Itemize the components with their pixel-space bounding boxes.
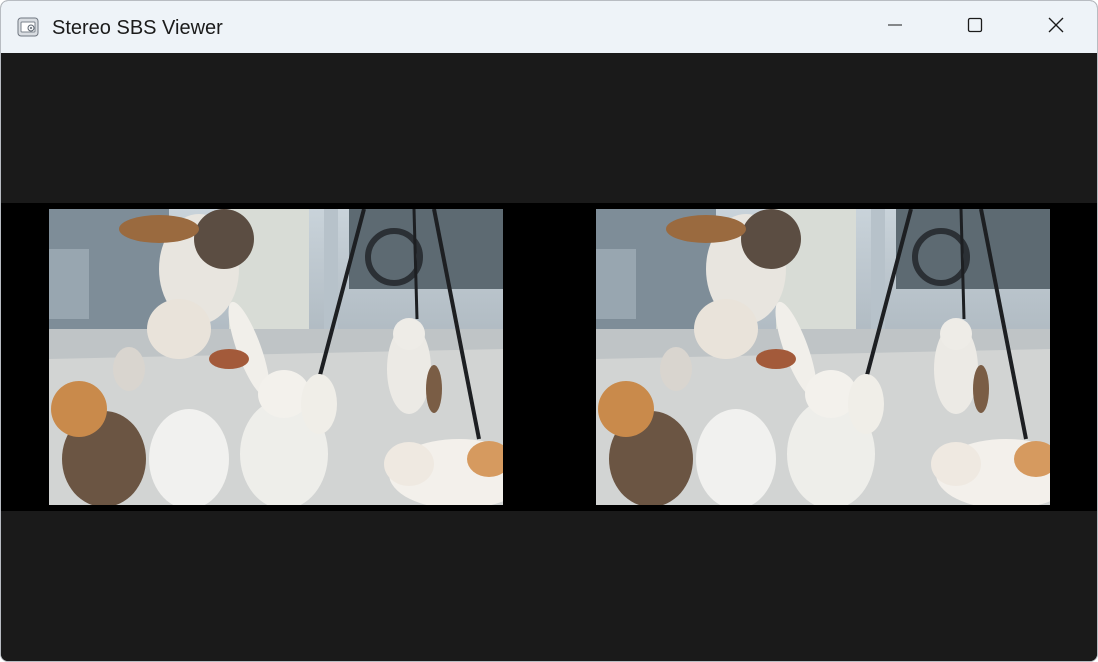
title-bar[interactable]: Stereo SBS Viewer (1, 1, 1097, 53)
maximize-button[interactable] (935, 1, 1015, 53)
image-viewer-icon (17, 16, 39, 38)
maximize-icon (967, 17, 983, 38)
close-icon (1047, 16, 1065, 39)
right-eye-image (596, 209, 1050, 505)
window-title: Stereo SBS Viewer (52, 17, 223, 39)
minimize-button[interactable] (855, 1, 935, 53)
minimize-icon (887, 17, 903, 38)
app-window: Stereo SBS Viewer (0, 0, 1098, 662)
close-button[interactable] (1016, 1, 1096, 53)
left-eye-image (49, 209, 503, 505)
viewer-canvas[interactable] (1, 53, 1097, 661)
stereo-frame (1, 203, 1097, 511)
